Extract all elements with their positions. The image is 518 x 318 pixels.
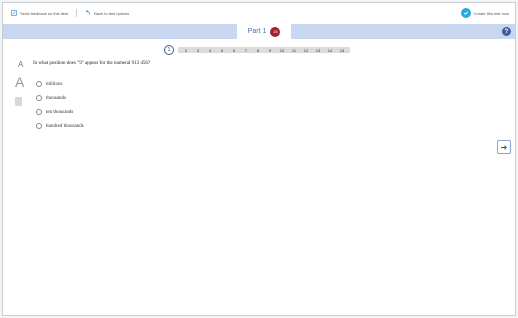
app-frame: Send feedback on this item Back to test … <box>2 2 516 316</box>
trash-icon[interactable] <box>15 97 22 106</box>
help-icon[interactable]: ? <box>502 27 511 36</box>
question-number[interactable]: 11 <box>288 48 300 53</box>
question-number[interactable]: 4 <box>204 48 216 53</box>
top-toolbar: Send feedback on this item Back to test … <box>3 3 515 23</box>
question-number[interactable]: 5 <box>216 48 228 53</box>
part-header-bar: Part 1 15 ? <box>3 24 515 39</box>
create-test-label: Create this test now <box>473 10 509 16</box>
question-number[interactable]: 2 <box>180 48 192 53</box>
question-number[interactable]: 12 <box>300 48 312 53</box>
question-number[interactable]: 14 <box>324 48 336 53</box>
question-number[interactable]: 8 <box>252 48 264 53</box>
question-number-strip: 2 3 4 5 6 7 8 9 10 11 12 13 14 15 <box>178 47 350 53</box>
back-to-options-link[interactable]: Back to test options <box>85 10 129 16</box>
send-feedback-link[interactable]: Send feedback on this item <box>11 10 68 16</box>
answer-option[interactable]: millions <box>36 81 62 87</box>
answer-option[interactable]: thousands <box>36 95 66 101</box>
radio-button[interactable] <box>36 123 42 129</box>
question-number[interactable]: 3 <box>192 48 204 53</box>
question-number-current[interactable]: 1 <box>164 45 174 55</box>
radio-button[interactable] <box>36 95 42 101</box>
answer-option-label: thousands <box>46 95 66 101</box>
question-number[interactable]: 9 <box>264 48 276 53</box>
next-question-button[interactable]: ➔ <box>497 140 511 154</box>
part-title: Part 1 <box>247 28 267 35</box>
answer-option[interactable]: hundred thousands <box>36 123 84 129</box>
radio-button[interactable] <box>36 81 42 87</box>
create-test-button[interactable]: Create this test now <box>460 8 509 18</box>
question-text: In what position does "9" appear for the… <box>33 61 151 66</box>
part-indicator: Part 1 15 <box>237 24 291 39</box>
back-to-options-label: Back to test options <box>94 10 130 16</box>
question-number[interactable]: 7 <box>240 48 252 53</box>
question-number[interactable]: 6 <box>228 48 240 53</box>
answer-option-label: hundred thousands <box>46 123 84 129</box>
checkmark-icon <box>460 8 471 18</box>
increase-font-button[interactable]: A <box>15 74 24 90</box>
radio-button[interactable] <box>36 109 42 115</box>
send-feedback-label: Send feedback on this item <box>20 10 69 16</box>
question-number[interactable]: 15 <box>336 48 348 53</box>
answer-option-label: ten thousands <box>46 109 74 115</box>
arrow-right-icon: ➔ <box>500 142 508 152</box>
part-question-count-badge: 15 <box>270 26 281 37</box>
answer-option[interactable]: ten thousands <box>36 109 73 115</box>
answer-option-label: millions <box>46 81 63 87</box>
edit-icon <box>11 10 17 16</box>
decrease-font-button[interactable]: A <box>18 60 23 69</box>
question-navigator: 1 2 3 4 5 6 7 8 9 10 11 12 13 14 15 <box>164 44 350 56</box>
toolbar-divider <box>76 9 78 17</box>
question-number[interactable]: 13 <box>312 48 324 53</box>
back-arrow-icon <box>86 10 91 15</box>
question-number[interactable]: 10 <box>276 48 288 53</box>
